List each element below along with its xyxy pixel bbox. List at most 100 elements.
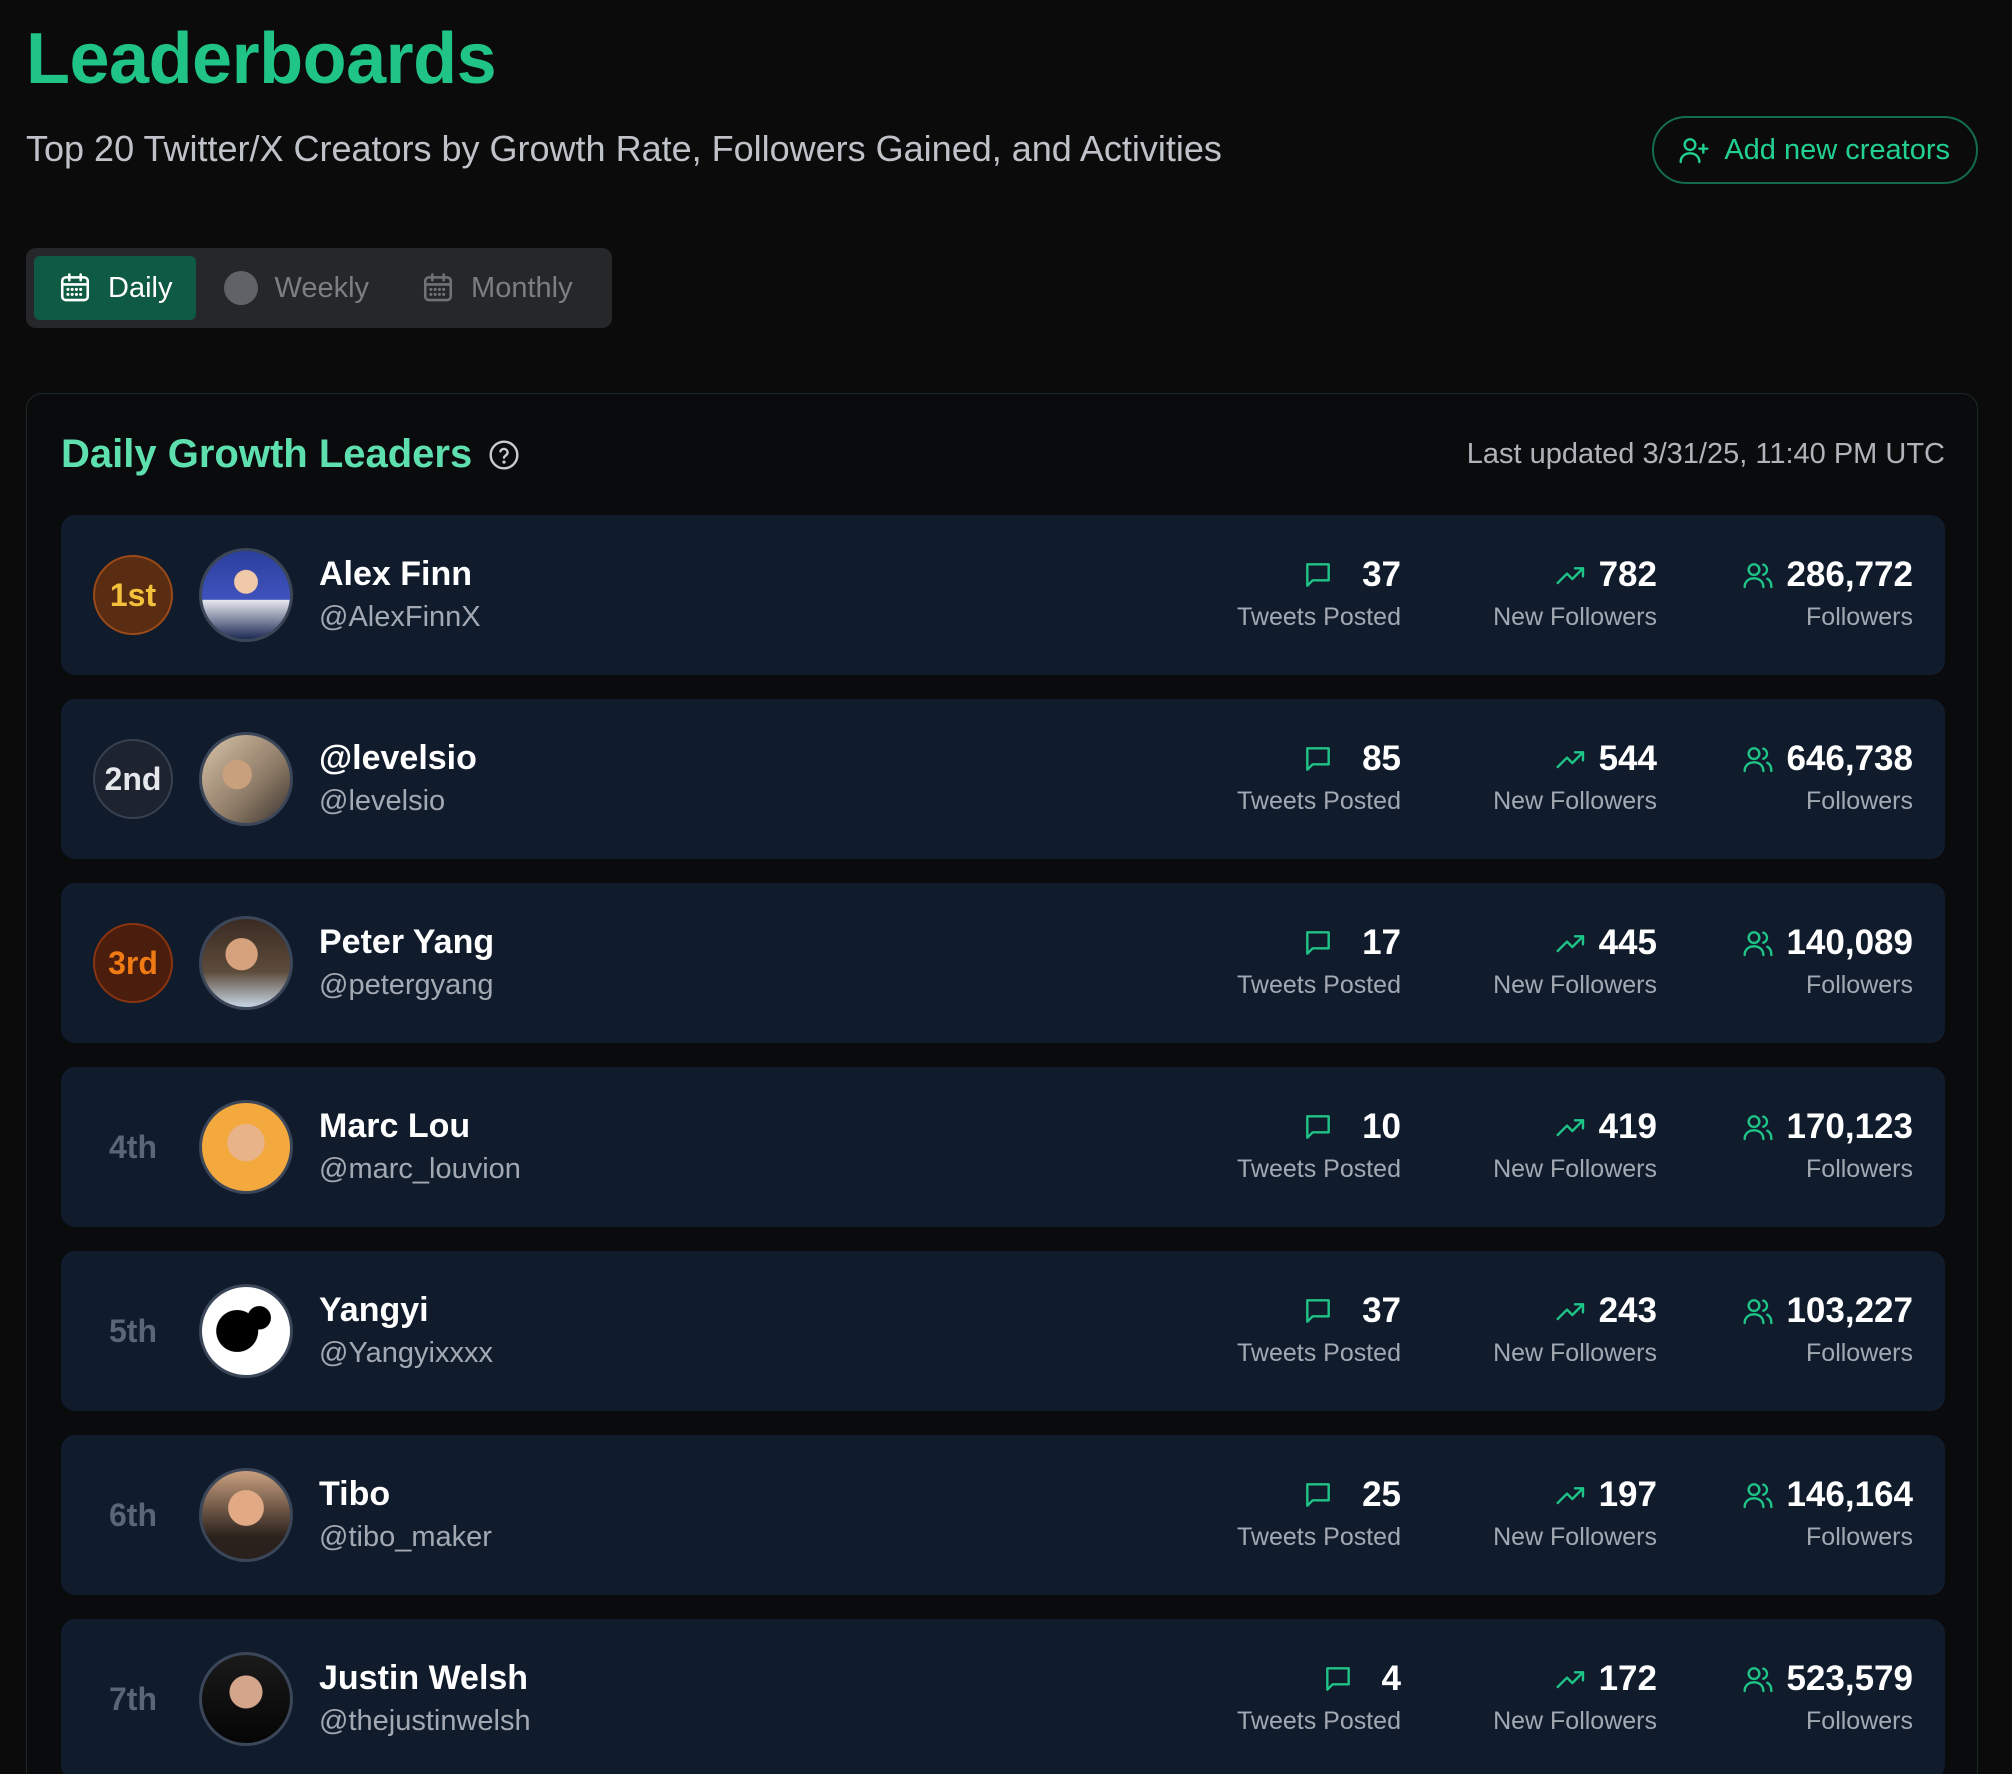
rank-badge: 5th bbox=[109, 1312, 157, 1349]
tweets-label: Tweets Posted bbox=[1237, 971, 1401, 999]
creator-name: Peter Yang bbox=[319, 923, 495, 961]
tweets-value: 85 bbox=[1362, 739, 1401, 778]
new-followers-value: 782 bbox=[1598, 555, 1657, 594]
rank-badge: 3rd bbox=[93, 923, 173, 1003]
trending-up-icon bbox=[1556, 751, 1584, 769]
trending-up-icon bbox=[1556, 1671, 1584, 1689]
users-icon bbox=[1743, 931, 1774, 957]
leaderboard-row[interactable]: 7th Justin Welsh @thejustinwelsh 4 Tweet… bbox=[61, 1619, 1945, 1774]
new-followers-stat: 419 New Followers bbox=[1493, 1107, 1657, 1184]
tweets-label: Tweets Posted bbox=[1237, 787, 1401, 815]
message-icon bbox=[1325, 1667, 1350, 1691]
creator-handle: @tibo_maker bbox=[319, 1521, 492, 1553]
leaderboard-row[interactable]: 5th Yangyi @Yangyixxxx 37 Tweets Posted … bbox=[61, 1251, 1945, 1411]
tweets-value: 4 bbox=[1381, 1659, 1401, 1698]
new-followers-value: 197 bbox=[1598, 1475, 1657, 1514]
tweets-value: 25 bbox=[1362, 1475, 1401, 1514]
followers-stat: 286,772 Followers bbox=[1742, 555, 1913, 632]
message-icon bbox=[1306, 931, 1330, 955]
rank-badge: 2nd bbox=[93, 739, 173, 819]
message-icon bbox=[1306, 1115, 1330, 1139]
trending-up-icon bbox=[1556, 567, 1584, 585]
add-new-creators-label: Add new creators bbox=[1724, 133, 1950, 166]
tab-daily[interactable]: Daily bbox=[34, 256, 197, 320]
users-icon bbox=[1743, 1667, 1774, 1693]
tweets-label: Tweets Posted bbox=[1237, 603, 1401, 631]
circle-icon bbox=[224, 271, 259, 305]
message-icon bbox=[1306, 1299, 1330, 1323]
new-followers-label: New Followers bbox=[1493, 1339, 1657, 1367]
followers-label: Followers bbox=[1806, 1707, 1913, 1735]
user-plus-icon bbox=[1679, 138, 1709, 164]
tweets-label: Tweets Posted bbox=[1237, 1155, 1401, 1183]
panel-title: Daily Growth Leaders bbox=[61, 432, 520, 477]
followers-value: 146,164 bbox=[1786, 1475, 1913, 1514]
followers-value: 103,227 bbox=[1786, 1291, 1913, 1330]
tweets-stat: 17 Tweets Posted bbox=[1237, 923, 1401, 1000]
calendar-icon bbox=[424, 273, 453, 302]
followers-value: 140,089 bbox=[1786, 923, 1913, 962]
tweets-value: 10 bbox=[1362, 1107, 1401, 1146]
followers-label: Followers bbox=[1806, 787, 1913, 815]
new-followers-value: 419 bbox=[1598, 1107, 1657, 1146]
creator-handle: @marc_louvion bbox=[319, 1153, 521, 1185]
users-icon bbox=[1743, 1115, 1774, 1141]
leaderboard-row[interactable]: 3rd Peter Yang @petergyang 17 Tweets Pos… bbox=[61, 883, 1945, 1043]
avatar bbox=[199, 1468, 293, 1562]
add-new-creators-button[interactable]: Add new creators bbox=[1652, 116, 1978, 184]
followers-value: 523,579 bbox=[1786, 1659, 1913, 1698]
tweets-stat: 37 Tweets Posted bbox=[1237, 1291, 1401, 1368]
followers-stat: 523,579 Followers bbox=[1742, 1659, 1913, 1736]
creator-handle: @Yangyixxxx bbox=[319, 1337, 493, 1369]
tab-daily-label: Daily bbox=[108, 271, 173, 304]
avatar bbox=[199, 1100, 293, 1194]
trending-up-icon bbox=[1556, 935, 1584, 953]
followers-label: Followers bbox=[1806, 1339, 1913, 1367]
new-followers-stat: 782 New Followers bbox=[1493, 555, 1657, 632]
followers-value: 170,123 bbox=[1786, 1107, 1913, 1146]
users-icon bbox=[1743, 1483, 1774, 1509]
period-tabs: Daily Weekly Monthly bbox=[26, 248, 612, 328]
trending-up-icon bbox=[1556, 1303, 1584, 1321]
leaderboard-row[interactable]: 1st Alex Finn @AlexFinnX 37 Tweets Poste… bbox=[61, 515, 1945, 675]
tab-weekly[interactable]: Weekly bbox=[200, 256, 393, 320]
tab-monthly-label: Monthly bbox=[471, 271, 573, 304]
followers-label: Followers bbox=[1806, 1523, 1913, 1551]
tweets-value: 37 bbox=[1362, 555, 1401, 594]
message-icon bbox=[1306, 563, 1330, 587]
followers-stat: 140,089 Followers bbox=[1742, 923, 1913, 1000]
followers-stat: 103,227 Followers bbox=[1742, 1291, 1913, 1368]
tweets-label: Tweets Posted bbox=[1237, 1523, 1401, 1551]
tweets-stat: 4 Tweets Posted bbox=[1237, 1659, 1401, 1736]
creator-name: Justin Welsh bbox=[319, 1659, 529, 1697]
help-icon[interactable] bbox=[488, 439, 520, 471]
trending-up-icon bbox=[1556, 1487, 1584, 1505]
rank-badge: 4th bbox=[109, 1128, 157, 1165]
calendar-icon bbox=[60, 273, 90, 302]
rank-badge: 7th bbox=[109, 1680, 157, 1717]
leaderboard-row[interactable]: 2nd @levelsio @levelsio 85 Tweets Posted… bbox=[61, 699, 1945, 859]
followers-label: Followers bbox=[1806, 971, 1913, 999]
new-followers-label: New Followers bbox=[1493, 1523, 1657, 1551]
new-followers-stat: 197 New Followers bbox=[1493, 1475, 1657, 1552]
last-updated: Last updated 3/31/25, 11:40 PM UTC bbox=[1466, 438, 1945, 470]
page-title: Leaderboards bbox=[26, 19, 497, 99]
followers-stat: 146,164 Followers bbox=[1742, 1475, 1913, 1552]
leaderboard-row[interactable]: 6th Tibo @tibo_maker 25 Tweets Posted 19… bbox=[61, 1435, 1945, 1595]
new-followers-label: New Followers bbox=[1493, 1707, 1657, 1735]
leaderboard-row[interactable]: 4th Marc Lou @marc_louvion 10 Tweets Pos… bbox=[61, 1067, 1945, 1227]
tweets-stat: 37 Tweets Posted bbox=[1237, 555, 1401, 632]
tweets-value: 37 bbox=[1362, 1291, 1401, 1330]
tweets-stat: 25 Tweets Posted bbox=[1237, 1475, 1401, 1552]
creator-handle: @AlexFinnX bbox=[319, 601, 481, 633]
creator-handle: @levelsio bbox=[319, 785, 446, 817]
creator-name: Tibo bbox=[319, 1475, 391, 1513]
rank-badge: 1st bbox=[93, 555, 173, 635]
tweets-stat: 10 Tweets Posted bbox=[1237, 1107, 1401, 1184]
message-icon bbox=[1306, 747, 1330, 771]
creator-name: Marc Lou bbox=[319, 1107, 471, 1145]
panel-title-text: Daily Growth Leaders bbox=[61, 432, 473, 476]
avatar bbox=[199, 1652, 293, 1746]
tab-monthly[interactable]: Monthly bbox=[397, 256, 597, 320]
new-followers-value: 445 bbox=[1598, 923, 1657, 962]
